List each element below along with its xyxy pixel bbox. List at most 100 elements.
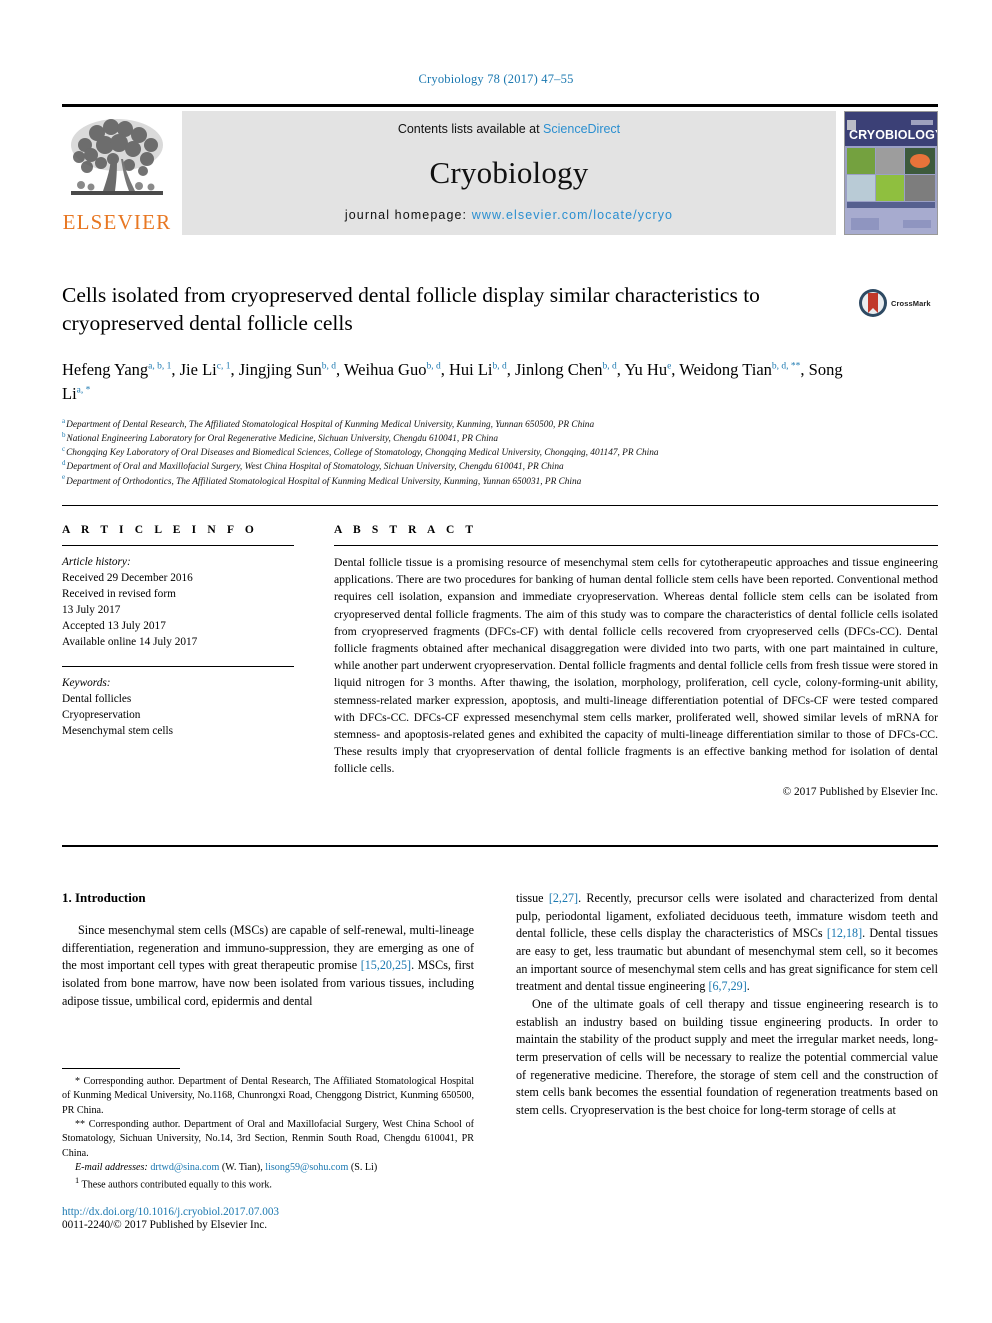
crossmark-badge[interactable]: CrossMark <box>858 286 942 320</box>
author-affiliation-marks: e <box>667 361 672 372</box>
footnote-emails: E-mail addresses: drtwd@sina.com (W. Tia… <box>62 1161 474 1175</box>
affiliation-item: bNational Engineering Laboratory for Ora… <box>62 432 932 446</box>
journal-homepage-line: journal homepage: www.elsevier.com/locat… <box>345 208 673 222</box>
journal-cover-thumbnail: CRYOBIOLOGY <box>844 111 938 235</box>
body-paragraph: Since mesenchymal stem cells (MSCs) are … <box>62 923 474 1008</box>
affiliation-item: aDepartment of Dental Research, The Affi… <box>62 416 932 432</box>
footnote-equal-contribution: 1 These authors contributed equally to t… <box>62 1175 474 1193</box>
article-page: Cryobiology 78 (2017) 47–55 ELSEVIER Con… <box>0 0 992 1323</box>
author-list: Hefeng Yanga, b, 1, Jie Lic, 1, Jingjing… <box>62 360 843 403</box>
title-block: Cells isolated from cryopreserved dental… <box>62 282 852 338</box>
elsevier-logo: ELSEVIER <box>62 111 172 235</box>
contents-line: Contents lists available at ScienceDirec… <box>398 122 620 136</box>
keyword-item: Dental follicles <box>62 693 132 706</box>
author-affiliation-marks: b, d, ** <box>771 361 801 372</box>
article-history-label: Article history: <box>62 556 131 568</box>
keywords-group: Keywords: Dental follicles Cryopreservati… <box>62 675 294 739</box>
article-history-line: Received in revised form <box>62 588 176 601</box>
footnote-rule <box>62 1068 180 1069</box>
abstract-copyright: © 2017 Published by Elsevier Inc. <box>782 785 938 798</box>
info-band-bottom-rule <box>62 845 938 847</box>
body-paragraph: tissue [2,27]. Recently, precursor cells… <box>516 891 939 994</box>
masthead-center: Contents lists available at ScienceDirec… <box>182 111 836 235</box>
author-affiliation-marks: b, d <box>426 361 441 372</box>
keyword-item: Mesenchymal stem cells <box>62 725 174 738</box>
keyword-item: Cryopreservation <box>62 709 141 722</box>
running-head: Cryobiology 78 (2017) 47–55 <box>418 72 574 86</box>
citation-link[interactable]: [2,27] <box>549 891 578 905</box>
author-name: Hefeng Yang <box>62 360 149 379</box>
affiliation-text: National Engineering Laboratory for Oral… <box>66 434 498 445</box>
citation-link[interactable]: [15,20,25] <box>361 958 411 972</box>
footnote-symbol-2: ** <box>75 1118 86 1130</box>
info-band-top-rule <box>62 505 938 506</box>
affiliation-mark: c <box>62 445 66 454</box>
author-name: Jingjing Sun <box>238 360 322 379</box>
author-affiliation-marks: a, b, 1 <box>148 361 172 372</box>
author-affiliation-marks: c, 1 <box>216 361 231 372</box>
author-affiliation-marks: b, d <box>321 361 336 372</box>
footer-block: http://dx.doi.org/10.1016/j.cryobiol.201… <box>62 1206 482 1231</box>
email-owner-2: (S. Li) <box>350 1161 378 1173</box>
citation-link[interactable]: [12,18] <box>827 926 862 940</box>
introduction-right-paragraphs: tissue [2,27]. Recently, precursor cells… <box>516 890 938 1120</box>
article-history: Article history: Received 29 December 20… <box>62 554 294 650</box>
affiliation-item: dDepartment of Oral and Maxillofacial Su… <box>62 460 932 474</box>
email-label: E-mail addresses: <box>75 1161 148 1173</box>
footnote-equal-contribution-text: These authors contributed equally to thi… <box>81 1179 272 1191</box>
author-name: Weihua Guo <box>343 360 427 379</box>
article-info-rule <box>62 545 294 546</box>
footnote-corresponding-1: * Corresponding author. Department of De… <box>62 1075 474 1118</box>
introduction-heading: 1. Introduction <box>62 890 146 905</box>
article-info-heading: A R T I C L E I N F O <box>62 524 258 536</box>
abstract-rule <box>334 545 938 546</box>
affiliation-mark: b <box>62 431 66 440</box>
author-affiliation-marks: b, d <box>602 361 617 372</box>
abstract-text: Dental follicle tissue is a promising re… <box>334 556 938 776</box>
affiliation-mark: a <box>62 416 66 425</box>
homepage-prefix: journal homepage: <box>344 208 472 222</box>
email-link-1[interactable]: drtwd@sina.com <box>150 1162 219 1173</box>
body-column-left: 1. Introduction Since mesenchymal stem c… <box>62 890 474 1010</box>
article-history-lines: Received 29 December 2016 Received in rev… <box>62 570 294 650</box>
body-column-right: tissue [2,27]. Recently, precursor cells… <box>516 890 938 1120</box>
affiliation-item: cChongqing Key Laboratory of Oral Diseas… <box>62 446 932 460</box>
journal-homepage-link[interactable]: www.elsevier.com/locate/ycryo <box>472 208 673 222</box>
affiliation-list: aDepartment of Dental Research, The Affi… <box>62 416 932 489</box>
author-affiliation-marks: a, * <box>76 385 91 396</box>
svg-text:CRYOBIOLOGY: CRYOBIOLOGY <box>849 128 937 142</box>
email-owner-1: (W. Tian) <box>221 1161 261 1173</box>
abstract-heading: A B S T R A C T <box>334 524 478 536</box>
author-name: Hui Li <box>448 360 493 379</box>
elsevier-tree-icon <box>71 119 163 195</box>
affiliation-mark: d <box>62 459 66 468</box>
page-title: Cells isolated from cryopreserved dental… <box>62 283 760 335</box>
body-paragraph: One of the ultimate goals of cell therap… <box>516 996 938 1117</box>
footnote-symbol-1: * <box>75 1076 81 1087</box>
footnote-block: * Corresponding author. Department of De… <box>62 1068 474 1193</box>
introduction-left-paragraphs: Since mesenchymal stem cells (MSCs) are … <box>62 922 474 1010</box>
affiliation-text: Department of Dental Research, The Affil… <box>66 420 595 430</box>
elsevier-wordmark: ELSEVIER <box>62 210 172 234</box>
article-info-column: A R T I C L E I N F O Article history: R… <box>62 524 294 739</box>
affiliation-text: Department of Oral and Maxillofacial Sur… <box>66 462 564 473</box>
keywords-label: Keywords: <box>62 677 111 690</box>
author-name: Jinlong Chen <box>515 360 603 379</box>
article-history-line: Received 29 December 2016 <box>62 572 193 585</box>
doi-link[interactable]: http://dx.doi.org/10.1016/j.cryobiol.201… <box>62 1206 482 1218</box>
issn-line: 0011-2240/© 2017 Published by Elsevier I… <box>62 1219 268 1231</box>
article-history-line: 13 July 2017 <box>62 604 121 617</box>
article-history-line: Available online 14 July 2017 <box>62 636 198 649</box>
citation-link[interactable]: [6,7,29] <box>708 979 746 993</box>
footnote-corresponding-2-text: Corresponding author. Department of Oral… <box>62 1118 475 1159</box>
footnote-corresponding-1-text: Corresponding author. Department of Dent… <box>62 1076 474 1116</box>
affiliation-item: eDepartment of Orthodontics, The Affilia… <box>62 474 932 489</box>
crossmark-label: CrossMark <box>891 298 931 308</box>
affiliation-text: Chongqing Key Laboratory of Oral Disease… <box>66 448 659 459</box>
author-affiliation-marks: b, d <box>492 361 507 372</box>
email-link-2[interactable]: lisong59@sohu.com <box>265 1162 348 1173</box>
sciencedirect-link[interactable]: ScienceDirect <box>543 122 620 136</box>
abstract-column: A B S T R A C T Dental follicle tissue i… <box>334 524 938 798</box>
author-name: Yu Hu <box>624 360 668 379</box>
journal-title: Cryobiology <box>429 154 589 190</box>
